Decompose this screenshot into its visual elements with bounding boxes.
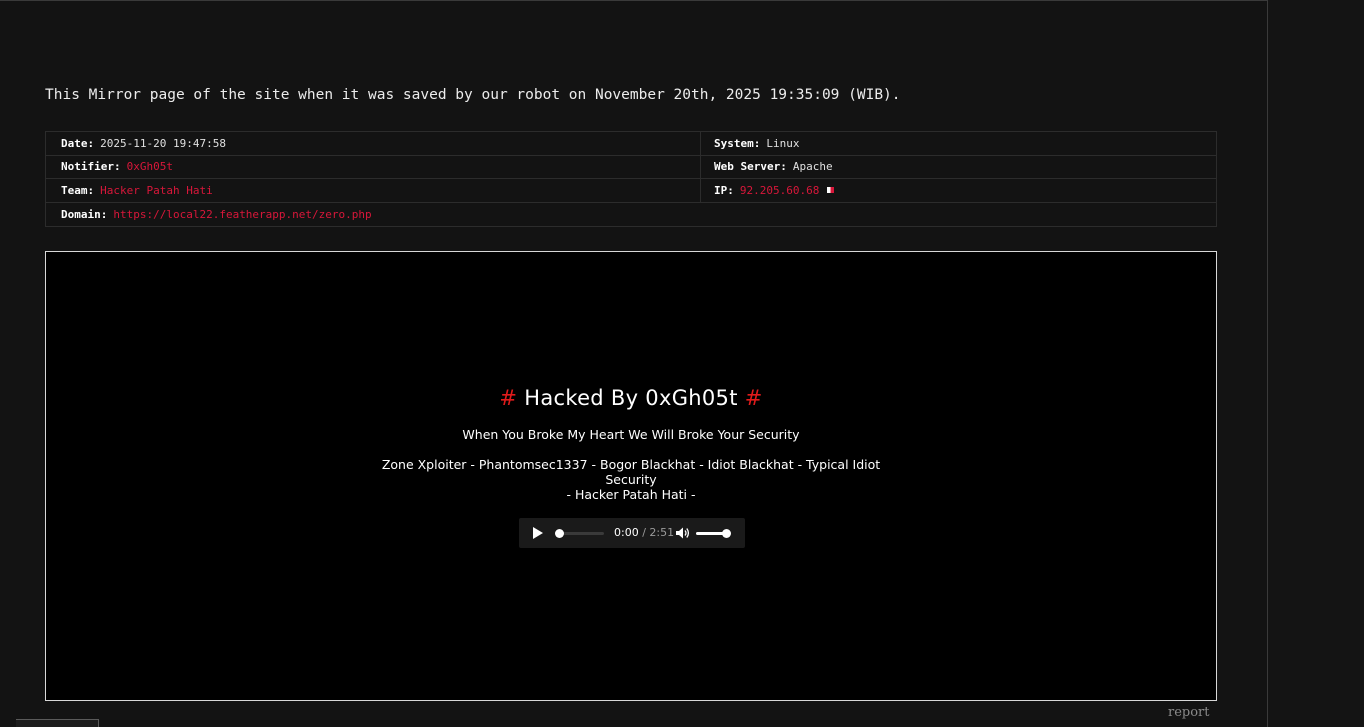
volume-icon[interactable] (676, 527, 690, 539)
report-link[interactable]: report (1168, 705, 1210, 720)
date-value: 2025-11-20 19:47:58 (100, 136, 226, 150)
bottom-tab[interactable] (16, 719, 99, 727)
time-separator: / (638, 526, 650, 539)
info-row: Team: Hacker Patah Hati IP: 92.205.60.68 (46, 179, 1216, 203)
crew-list: Zone Xploiter - Phantomsec1337 - Bogor B… (381, 457, 881, 487)
country-flag-icon (827, 187, 835, 194)
info-row: Date: 2025-11-20 19:47:58 System: Linux (46, 132, 1216, 156)
mirror-notice: This Mirror page of the site when it was… (45, 87, 901, 103)
volume-handle[interactable] (722, 528, 731, 538)
ip-label: IP: (714, 183, 734, 197)
team-signature: - Hacker Patah Hati - (566, 487, 696, 502)
system-value: Linux (766, 136, 800, 150)
current-time: 0:00 (614, 526, 639, 539)
webserver-cell: Web Server: Apache (701, 156, 1216, 179)
ip-cell: IP: 92.205.60.68 (701, 179, 1216, 202)
mirror-info-table: Date: 2025-11-20 19:47:58 System: Linux … (45, 131, 1217, 227)
info-row: Notifier: 0xGh05t Web Server: Apache (46, 155, 1216, 179)
notifier-label: Notifier: (61, 160, 121, 174)
team-cell: Team: Hacker Patah Hati (46, 179, 701, 202)
date-cell: Date: 2025-11-20 19:47:58 (46, 132, 701, 155)
mirror-frame: # Hacked By 0xGh05t # When You Broke My … (45, 251, 1217, 701)
date-label: Date: (61, 136, 95, 150)
deface-subtitle: When You Broke My Heart We Will Broke Yo… (462, 427, 800, 442)
webserver-value: Apache (792, 160, 833, 174)
page-frame: This Mirror page of the site when it was… (0, 0, 1268, 727)
ip-link[interactable]: 92.205.60.68 (740, 184, 819, 197)
hash-left: # (499, 386, 518, 410)
audio-player[interactable]: 0:00 / 2:51 (519, 518, 745, 548)
duration: 2:51 (649, 526, 675, 539)
domain-label: Domain: (61, 207, 108, 221)
seek-handle[interactable] (555, 529, 564, 538)
system-label: System: (714, 136, 761, 150)
domain-link[interactable]: https://local22.featherapp.net/zero.php (113, 208, 371, 221)
team-label: Team: (61, 183, 95, 197)
deface-title: # Hacked By 0xGh05t # (46, 386, 1216, 410)
system-cell: System: Linux (701, 132, 1216, 155)
play-icon[interactable] (533, 527, 543, 539)
webserver-label: Web Server: (714, 160, 787, 174)
notifier-cell: Notifier: 0xGh05t (46, 155, 701, 178)
team-link[interactable]: Hacker Patah Hati (100, 184, 213, 197)
time-display: 0:00 / 2:51 (614, 526, 674, 539)
hash-right: # (744, 386, 763, 410)
notifier-link[interactable]: 0xGh05t (127, 160, 173, 173)
deface-title-text: Hacked By 0xGh05t (524, 386, 738, 410)
info-row: Domain: https://local22.featherapp.net/z… (46, 203, 1216, 227)
domain-cell: Domain: https://local22.featherapp.net/z… (46, 203, 1216, 227)
